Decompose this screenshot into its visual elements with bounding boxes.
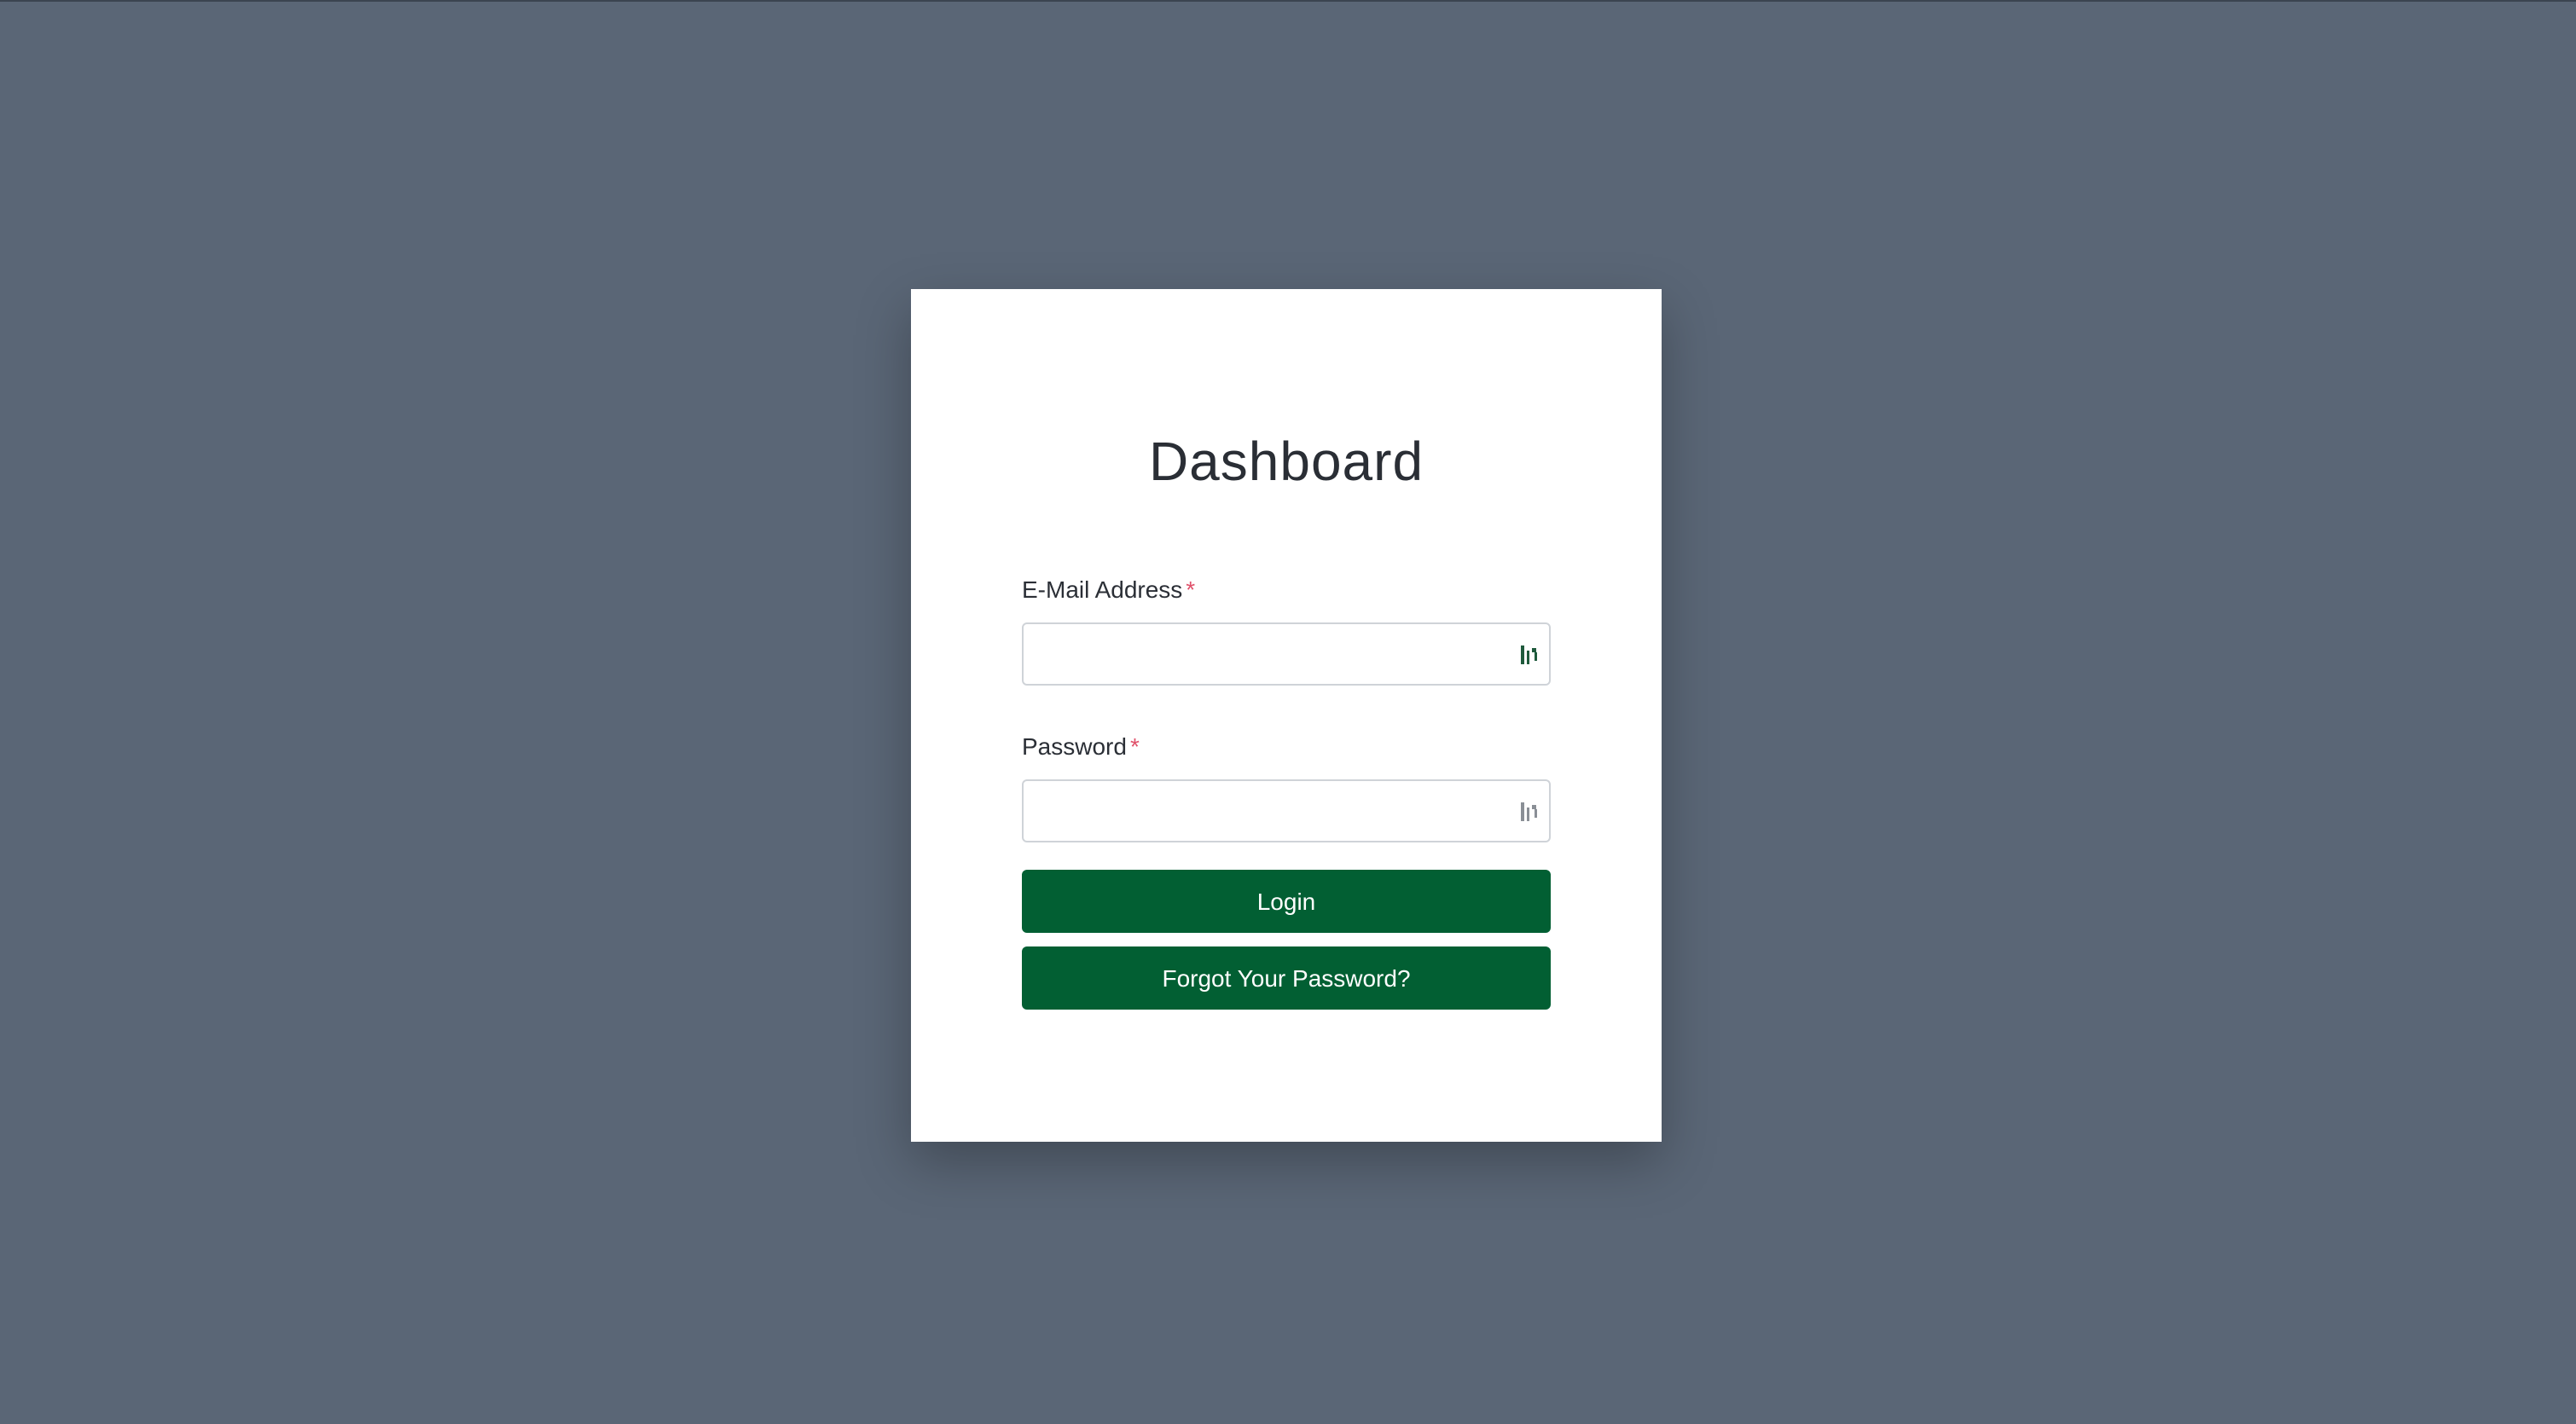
email-input[interactable] (1024, 624, 1549, 684)
email-label-text: E-Mail Address (1022, 576, 1183, 603)
login-button[interactable]: Login (1022, 870, 1551, 933)
email-label: E-Mail Address * (1022, 575, 1551, 605)
password-input[interactable] (1024, 781, 1549, 841)
email-required-marker: * (1186, 576, 1196, 603)
login-card: Dashboard E-Mail Address * Password * Lo… (911, 289, 1662, 1142)
password-group: Password * (1022, 732, 1551, 842)
forgot-password-button[interactable]: Forgot Your Password? (1022, 946, 1551, 1010)
password-field-wrapper (1022, 779, 1551, 842)
page-title: Dashboard (1148, 431, 1424, 492)
password-label: Password * (1022, 732, 1551, 762)
password-manager-icon[interactable] (1518, 643, 1540, 667)
login-form: E-Mail Address * Password * Login Forgot… (1022, 575, 1551, 1010)
email-field-wrapper (1022, 622, 1551, 686)
password-required-marker: * (1129, 733, 1140, 760)
password-manager-icon[interactable] (1518, 800, 1540, 824)
password-label-text: Password (1022, 733, 1127, 760)
